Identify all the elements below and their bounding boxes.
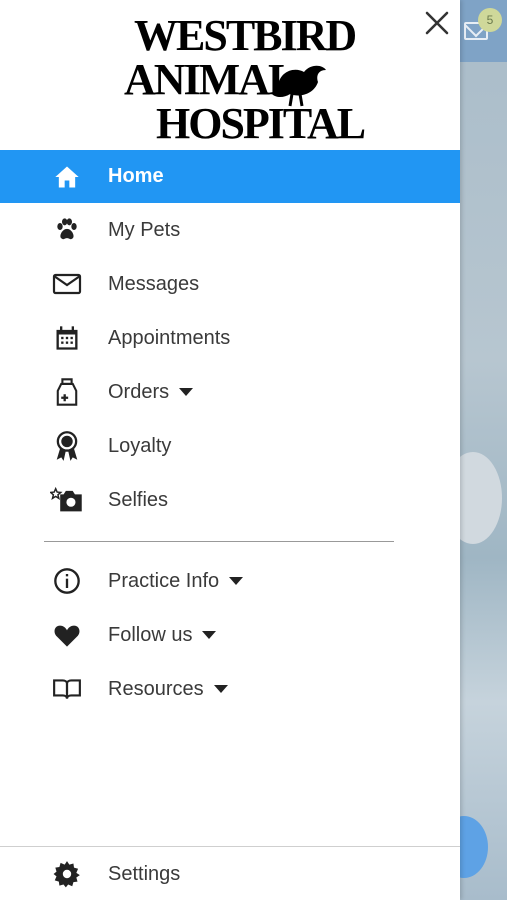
- logo-line-2: ANIMAL: [124, 55, 297, 104]
- close-icon: [425, 11, 449, 35]
- heart-icon: [50, 618, 84, 652]
- medicine-bag-icon: [50, 375, 84, 409]
- home-icon: [50, 160, 84, 194]
- nav-item-my-pets[interactable]: My Pets: [0, 203, 460, 257]
- logo-line-3: HOSPITAL: [156, 99, 366, 148]
- calendar-icon: [50, 321, 84, 355]
- gear-icon: [50, 857, 84, 891]
- settings-section: Settings: [0, 847, 460, 900]
- nav-item-practice-info[interactable]: Practice Info: [0, 554, 460, 608]
- nav-item-label: Resources: [108, 677, 204, 700]
- primary-menu: Home My Pets Messages Appointments Order…: [0, 150, 460, 716]
- chevron-down-icon: [202, 631, 217, 639]
- nav-item-label: Settings: [108, 862, 181, 885]
- book-icon: [50, 672, 84, 706]
- nav-item-selfies[interactable]: Selfies: [0, 473, 460, 527]
- nav-item-label: Selfies: [108, 488, 169, 511]
- background-toolbar: 5: [460, 0, 507, 62]
- nav-item-home[interactable]: Home: [0, 150, 460, 203]
- unread-badge: 5: [478, 8, 502, 32]
- paw-icon: [50, 213, 84, 247]
- nav-item-loyalty[interactable]: Loyalty: [0, 419, 460, 473]
- award-ribbon-icon: [50, 429, 84, 463]
- logo-line-1: WESTBIRD: [134, 11, 357, 60]
- nav-item-label: Orders: [108, 380, 170, 403]
- chevron-down-icon: [213, 685, 228, 693]
- info-icon: [50, 564, 84, 598]
- nav-item-label: Appointments: [108, 326, 231, 349]
- nav-item-label: Practice Info: [108, 569, 220, 592]
- background-app: 5: [440, 0, 507, 900]
- chevron-down-icon: [229, 577, 244, 585]
- nav-item-settings[interactable]: Settings: [0, 847, 460, 900]
- nav-item-label: Loyalty: [108, 434, 172, 457]
- camera-star-icon: [50, 483, 84, 517]
- chevron-down-icon: [179, 388, 194, 396]
- navigation-drawer: WESTBIRD ANIMAL HOSPITAL Home My Pets Me…: [0, 0, 460, 900]
- nav-item-label: Follow us: [108, 623, 193, 646]
- hospital-logo: WESTBIRD ANIMAL HOSPITAL: [120, 11, 366, 146]
- nav-item-orders[interactable]: Orders: [0, 365, 460, 419]
- bird-logo-icon: [272, 65, 326, 107]
- close-button[interactable]: [420, 6, 454, 40]
- mail-icon: [50, 267, 84, 301]
- nav-item-messages[interactable]: Messages: [0, 257, 460, 311]
- menu-divider: [44, 541, 394, 542]
- nav-item-resources[interactable]: Resources: [0, 662, 460, 716]
- nav-item-follow-us[interactable]: Follow us: [0, 608, 460, 662]
- nav-item-label: My Pets: [108, 218, 181, 241]
- nav-item-label: Home: [108, 165, 164, 187]
- nav-item-label: Messages: [108, 272, 200, 295]
- nav-item-appointments[interactable]: Appointments: [0, 311, 460, 365]
